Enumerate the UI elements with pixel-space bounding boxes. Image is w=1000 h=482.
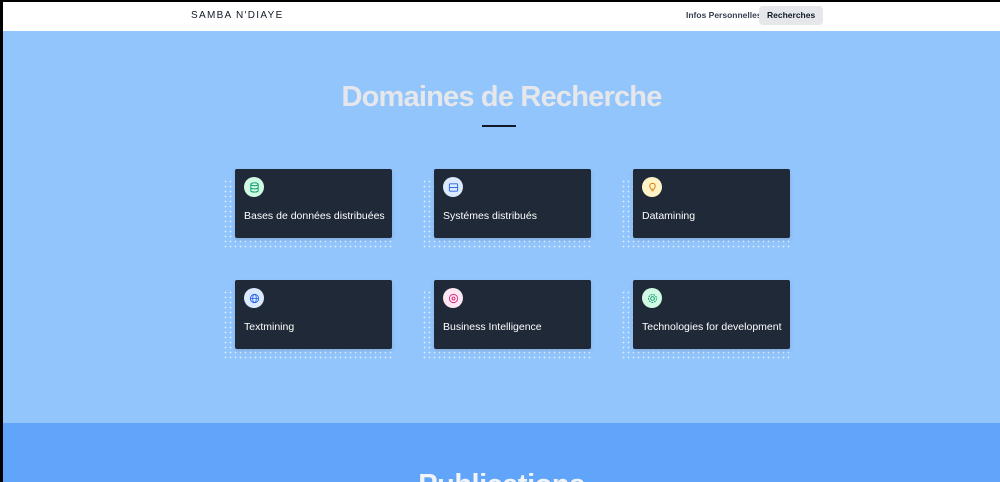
brand-name[interactable]: SAMBA N'DIAYE [191,10,284,21]
card-label: Systémes distribués [443,210,537,222]
card-label: Technologies for development [642,321,782,333]
database-icon [244,177,264,197]
research-card-bases-de-donnees[interactable]: Bases de données distribuées [223,169,405,257]
research-card-business-intelligence[interactable]: Business Intelligence [422,280,604,368]
card-label: Business Intelligence [443,321,542,333]
chart-icon [443,288,463,308]
card-label: Bases de données distribuées [244,210,385,222]
research-card-textmining[interactable]: Textmining [223,280,405,368]
nav-link-infos-personnelles[interactable]: Infos Personnelles [678,6,770,25]
nav-link-recherches[interactable]: Recherches [759,6,824,25]
card-body[interactable]: Systémes distribués [434,169,591,238]
publications-section: Publications [3,423,1000,482]
card-body[interactable]: Textmining [235,280,392,349]
card-body[interactable]: Datamining [633,169,790,238]
research-card-technologies-for-development[interactable]: Technologies for development [621,280,803,368]
globe-icon [244,288,264,308]
cog-icon [642,288,662,308]
title-underline [482,125,516,127]
research-card-systemes-distribues[interactable]: Systémes distribués [422,169,604,257]
publications-title: Publications [3,469,1000,482]
card-label: Datamining [642,210,696,222]
card-label: Textmining [244,321,295,333]
card-body[interactable]: Bases de données distribuées [235,169,392,238]
card-body[interactable]: Technologies for development [633,280,790,349]
server-icon [443,177,463,197]
section-title: Domaines de Recherche [341,81,662,113]
research-section: Domaines de Recherche Bases de données d… [3,31,1000,423]
page-frame: SAMBA N'DIAYE Infos Personnelles Recherc… [0,0,1000,482]
lightbulb-icon [642,177,662,197]
card-body[interactable]: Business Intelligence [434,280,591,349]
navbar: SAMBA N'DIAYE Infos Personnelles Recherc… [3,2,1000,31]
research-card-datamining[interactable]: Datamining [621,169,803,257]
